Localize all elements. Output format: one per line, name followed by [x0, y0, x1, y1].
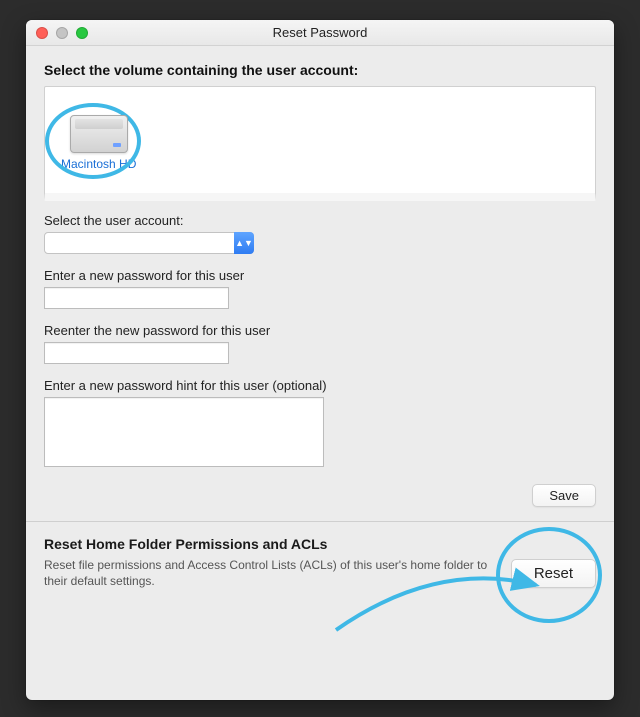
- hint-label: Enter a new password hint for this user …: [44, 378, 596, 393]
- chevron-up-down-icon: ▲▼: [234, 232, 254, 254]
- reenter-password-label: Reenter the new password for this user: [44, 323, 596, 338]
- user-account-label: Select the user account:: [44, 213, 596, 228]
- traffic-lights: [36, 27, 88, 39]
- acl-title: Reset Home Folder Permissions and ACLs: [44, 536, 596, 552]
- window-title: Reset Password: [26, 25, 614, 40]
- user-account-select[interactable]: ▲▼: [44, 232, 254, 254]
- reenter-password-input[interactable]: [44, 342, 229, 364]
- hint-input[interactable]: [44, 397, 324, 467]
- minimize-icon: [56, 27, 68, 39]
- new-password-input[interactable]: [44, 287, 229, 309]
- volume-name: Macintosh HD: [61, 157, 136, 171]
- volume-label: Select the volume containing the user ac…: [44, 62, 596, 78]
- hard-drive-icon: [70, 115, 128, 153]
- reset-password-window: Reset Password Select the volume contain…: [26, 20, 614, 700]
- acl-description: Reset file permissions and Access Contro…: [44, 558, 491, 589]
- save-button[interactable]: Save: [532, 484, 596, 507]
- titlebar: Reset Password: [26, 20, 614, 46]
- close-icon[interactable]: [36, 27, 48, 39]
- zoom-icon[interactable]: [76, 27, 88, 39]
- volume-list: Macintosh HD: [44, 86, 596, 201]
- reset-button[interactable]: Reset: [511, 559, 596, 588]
- separator: [26, 521, 614, 522]
- volume-item[interactable]: Macintosh HD: [61, 115, 136, 171]
- new-password-label: Enter a new password for this user: [44, 268, 596, 283]
